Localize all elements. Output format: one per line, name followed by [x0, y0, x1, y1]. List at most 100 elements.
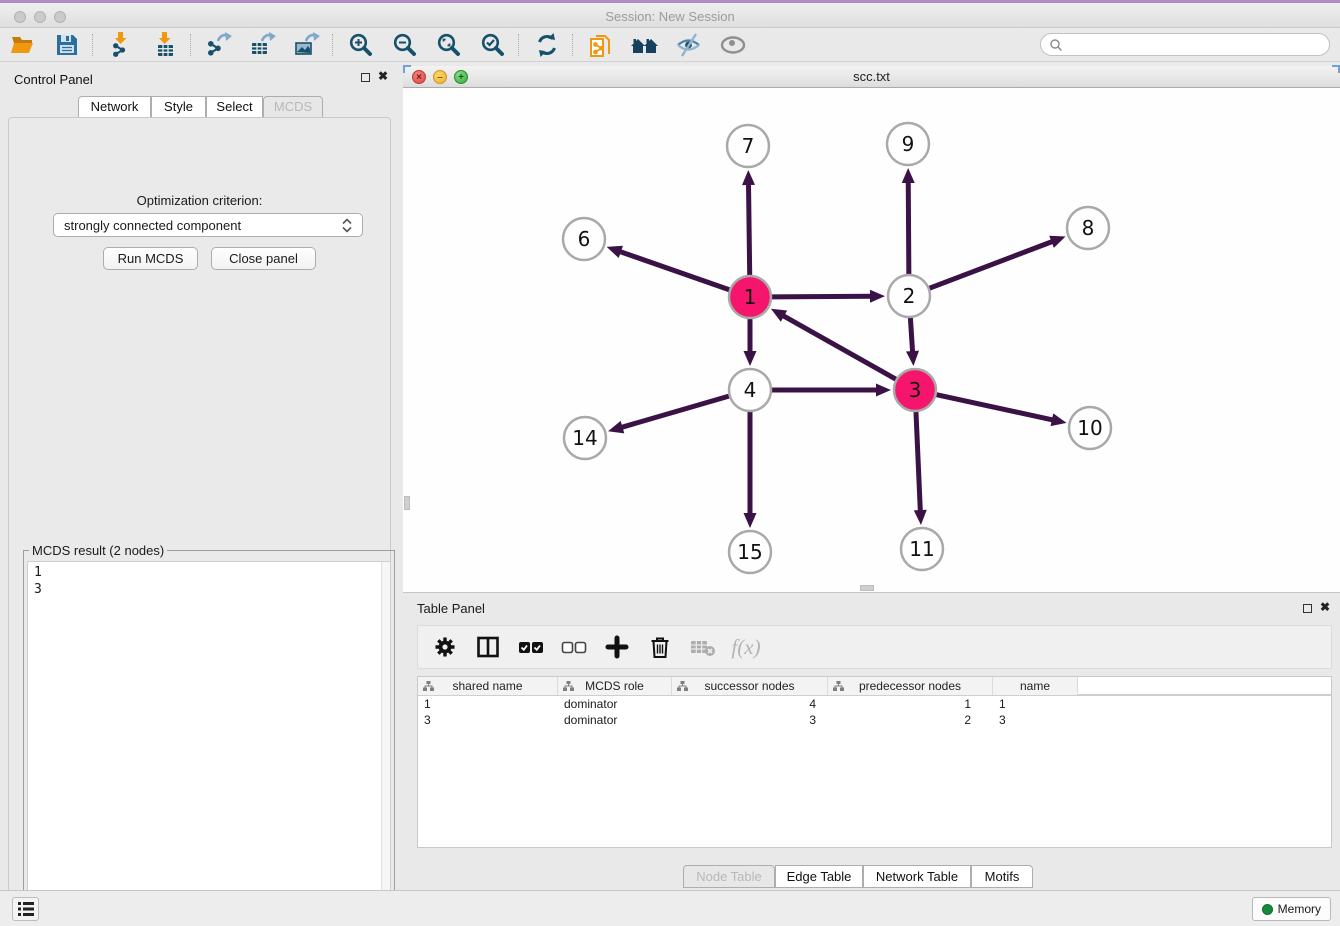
- export-table-icon[interactable]: [248, 32, 278, 58]
- search-box[interactable]: [1040, 33, 1330, 56]
- graph-node-14[interactable]: 14: [564, 417, 606, 459]
- graph-edge-2-9[interactable]: [902, 168, 915, 274]
- list-icon: [17, 901, 35, 917]
- graph-node-label: 11: [909, 537, 934, 561]
- graph-edge-2-3[interactable]: [906, 318, 919, 366]
- add-column-icon[interactable]: [604, 634, 630, 660]
- graph-edge-3-11[interactable]: [914, 412, 927, 525]
- graph-node-6[interactable]: 6: [563, 218, 605, 260]
- settings-icon[interactable]: [432, 634, 458, 660]
- control-panel-tabs: Network Style Select MCDS: [78, 96, 324, 118]
- deselect-all-icon[interactable]: [561, 634, 587, 660]
- control-panel-close-icon[interactable]: ✖: [378, 69, 388, 83]
- task-history-button[interactable]: [12, 897, 39, 921]
- import-table-icon[interactable]: [150, 32, 180, 58]
- export-network-icon[interactable]: [204, 32, 234, 58]
- tab-select[interactable]: Select: [206, 96, 263, 118]
- column-header-predecessor-nodes[interactable]: predecessor nodes: [828, 677, 993, 695]
- tab-network-table[interactable]: Network Table: [863, 865, 971, 888]
- zoom-fit-icon[interactable]: [434, 32, 464, 58]
- search-icon: [1049, 38, 1063, 52]
- graph-node-label: 8: [1082, 216, 1095, 240]
- run-mcds-button[interactable]: Run MCDS: [103, 247, 198, 270]
- table-cell: 2: [828, 712, 993, 728]
- graph-node-3[interactable]: 3: [894, 369, 936, 411]
- zoom-in-icon[interactable]: [346, 32, 376, 58]
- table-panel-close-icon[interactable]: ✖: [1320, 600, 1330, 614]
- graph-node-11[interactable]: 11: [901, 528, 943, 570]
- control-panel-float-icon[interactable]: [361, 73, 370, 82]
- graph-node-label: 2: [903, 284, 916, 308]
- network-graph[interactable]: 7 9 6 8 1 2 4 3 14 10 15 11: [403, 88, 1340, 592]
- table-panel-title: Table Panel: [417, 601, 485, 616]
- table-cell: 4: [672, 696, 828, 712]
- table-row[interactable]: 3dominator323: [418, 712, 1331, 728]
- graph-node-15[interactable]: 15: [729, 531, 771, 573]
- mcds-result-list[interactable]: 1 3: [27, 561, 391, 925]
- table-row[interactable]: 1dominator411: [418, 696, 1331, 712]
- tab-network[interactable]: Network: [78, 96, 151, 118]
- tab-node-table[interactable]: Node Table: [683, 865, 775, 888]
- graph-edge-1-6[interactable]: [607, 246, 730, 290]
- graph-node-9[interactable]: 9: [887, 123, 929, 165]
- graph-edge-2-8[interactable]: [930, 236, 1066, 288]
- node-table: shared nameMCDS rolesuccessor nodesprede…: [417, 676, 1332, 848]
- graph-node-7[interactable]: 7: [727, 125, 769, 167]
- table-panel-float-icon[interactable]: [1303, 604, 1312, 613]
- save-session-icon[interactable]: [52, 32, 82, 58]
- memory-button[interactable]: Memory: [1252, 897, 1331, 921]
- zoom-out-icon[interactable]: [390, 32, 420, 58]
- column-header-shared-name[interactable]: shared name: [418, 677, 558, 695]
- column-header-successor-nodes[interactable]: successor nodes: [672, 677, 828, 695]
- control-panel-title: Control Panel: [14, 72, 93, 87]
- graph-edge-1-7[interactable]: [742, 170, 755, 275]
- table-cell: dominator: [558, 696, 672, 712]
- copy-network-icon[interactable]: [586, 32, 616, 58]
- tab-edge-table[interactable]: Edge Table: [775, 865, 863, 888]
- criterion-dropdown[interactable]: strongly connected component: [53, 213, 363, 237]
- result-scrollbar[interactable]: [381, 562, 390, 924]
- graph-edge-4-3[interactable]: [772, 384, 891, 397]
- graph-edge-3-10[interactable]: [936, 395, 1066, 426]
- show-all-networks-icon[interactable]: [630, 32, 660, 58]
- graph-node-label: 6: [578, 227, 591, 251]
- graph-node-8[interactable]: 8: [1067, 207, 1109, 249]
- status-bar: Memory: [0, 890, 1340, 926]
- toolbar-separator: [572, 34, 573, 56]
- open-session-icon[interactable]: [8, 32, 38, 58]
- memory-label: Memory: [1278, 902, 1321, 916]
- graph-node-10[interactable]: 10: [1069, 407, 1111, 449]
- graph-edge-1-2[interactable]: [772, 290, 885, 303]
- select-all-icon[interactable]: [518, 634, 544, 660]
- import-network-icon[interactable]: [106, 32, 136, 58]
- column-header-name[interactable]: name: [993, 677, 1078, 695]
- graph-edge-1-4[interactable]: [744, 319, 757, 366]
- network-canvas[interactable]: 7 9 6 8 1 2 4 3 14 10 15 11: [403, 88, 1340, 592]
- tab-style[interactable]: Style: [151, 96, 206, 118]
- graph-node-1[interactable]: 1: [729, 276, 771, 318]
- refresh-icon[interactable]: [532, 32, 562, 58]
- tab-motifs[interactable]: Motifs: [971, 865, 1033, 888]
- zoom-selected-icon[interactable]: [478, 32, 508, 58]
- birdseye-view-icon[interactable]: [718, 32, 748, 58]
- search-input[interactable]: [1063, 38, 1329, 52]
- tab-mcds[interactable]: MCDS: [263, 96, 323, 118]
- close-panel-button[interactable]: Close panel: [211, 247, 316, 270]
- graph-node-label: 14: [572, 426, 597, 450]
- graph-edge-3-1[interactable]: [771, 309, 896, 379]
- export-image-icon[interactable]: [292, 32, 322, 58]
- hide-graphics-icon[interactable]: [674, 32, 704, 58]
- graph-node-4[interactable]: 4: [729, 369, 771, 411]
- table-panel-tabs: Node Table Edge Table Network Table Moti…: [403, 865, 1340, 888]
- graph-edge-4-14[interactable]: [608, 396, 729, 433]
- graph-node-2[interactable]: 2: [888, 275, 930, 317]
- split-view-icon[interactable]: [475, 634, 501, 660]
- network-window-titlebar: × – + scc.txt: [403, 66, 1340, 88]
- graph-edge-4-15[interactable]: [744, 412, 757, 528]
- column-header-MCDS-role[interactable]: MCDS role: [558, 677, 672, 695]
- function-builder-icon: f(x): [733, 634, 759, 660]
- canvas-scroll-handle-horizontal[interactable]: [860, 585, 874, 591]
- delete-column-icon[interactable]: [647, 634, 673, 660]
- mcds-result-legend: MCDS result (2 nodes): [29, 543, 167, 558]
- canvas-scroll-handle-vertical[interactable]: [404, 496, 410, 510]
